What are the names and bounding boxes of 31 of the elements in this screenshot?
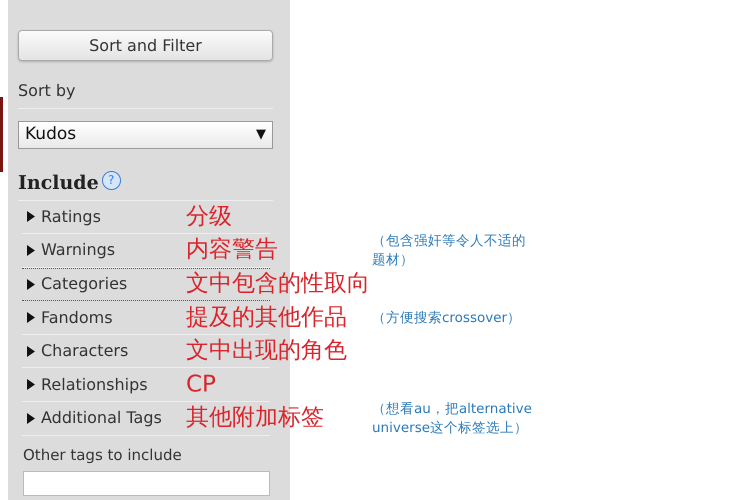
sort-by-select[interactable]: Kudos ▼: [18, 121, 273, 149]
annotation-comment: （想看au，把alternative universe这个标签选上）: [372, 400, 533, 437]
annotation-text: 文中包含的性取向: [186, 272, 370, 296]
annotation-comment: （包含强奸等令人不适的题材）: [372, 232, 527, 269]
expand-triangle-icon: [27, 211, 35, 222]
expand-triangle-icon: [27, 278, 35, 290]
expand-triangle-icon: [27, 412, 35, 424]
annotation-text: CP: [186, 373, 216, 396]
include-heading: Include: [18, 171, 99, 196]
caret-icon: ▼: [256, 125, 266, 145]
filter-toggle[interactable]: Warnings: [22, 238, 116, 262]
expand-triangle-icon: [27, 379, 35, 390]
expand-triangle-icon: [27, 312, 35, 324]
other-tags-label: Other tags to include: [23, 444, 183, 466]
sort-and-filter-button[interactable]: Sort and Filter: [18, 30, 273, 61]
annotation-text: 文中出现的角色: [186, 340, 347, 363]
filter-toggle[interactable]: Additional Tags: [22, 406, 162, 430]
annotation-comment: （方便搜索crossover）: [372, 308, 522, 327]
filter-toggle[interactable]: Characters: [22, 339, 128, 364]
filter-toggle[interactable]: Relationships: [22, 372, 148, 397]
filter-toggle[interactable]: Fandoms: [22, 306, 113, 330]
filter-toggle[interactable]: Ratings: [22, 204, 101, 229]
annotation-text: 内容警告: [186, 238, 278, 262]
other-tags-field[interactable]: [23, 471, 270, 496]
annotation-text: 其他附加标签: [186, 406, 324, 430]
annotation-text: 分级: [186, 205, 232, 228]
filter-toggle[interactable]: Categories: [22, 272, 128, 296]
expand-triangle-icon: [27, 244, 35, 256]
annotation-text: 提及的其他作品: [186, 306, 347, 330]
sort-by-label: Sort by: [18, 79, 273, 109]
expand-triangle-icon: [27, 346, 35, 357]
